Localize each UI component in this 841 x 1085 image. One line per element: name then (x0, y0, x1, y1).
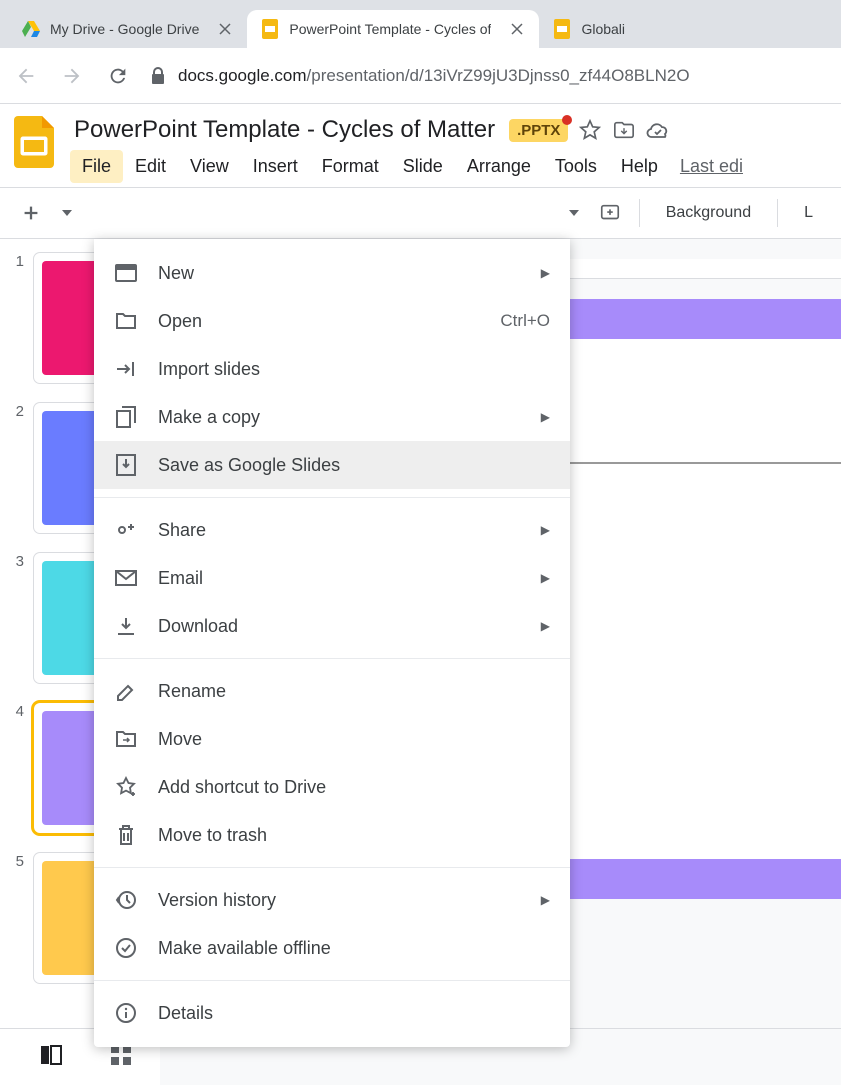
filmstrip-view-icon[interactable] (40, 1044, 62, 1066)
browser-tab[interactable]: PowerPoint Template - Cycles of (247, 10, 539, 48)
chevron-right-icon: ▶ (541, 571, 550, 585)
thumb-number: 3 (10, 553, 24, 570)
chevron-right-icon: ▶ (541, 893, 550, 907)
rename-icon (114, 679, 138, 703)
toolbar: Background L (0, 187, 841, 239)
url-display[interactable]: docs.google.com/presentation/d/13iVrZ99j… (150, 66, 829, 86)
save-icon (114, 453, 138, 477)
close-icon[interactable] (509, 21, 525, 37)
cloud-status-icon[interactable] (646, 118, 670, 142)
tab-title: PowerPoint Template - Cycles of (289, 21, 491, 37)
drive-favicon (22, 20, 40, 38)
menubar: File Edit View Insert Format Slide Arran… (70, 150, 825, 183)
menu-save-as-google-slides[interactable]: Save as Google Slides (94, 441, 570, 489)
shortcut-icon (114, 775, 138, 799)
pptx-badge[interactable]: .PPTX (509, 119, 568, 142)
menu-divider (94, 867, 570, 868)
reload-button[interactable] (104, 62, 132, 90)
menu-open[interactable]: Open Ctrl+O (94, 297, 570, 345)
menu-email[interactable]: Email ▶ (94, 554, 570, 602)
history-icon (114, 888, 138, 912)
browser-tab[interactable]: Globali (539, 10, 639, 48)
address-bar: docs.google.com/presentation/d/13iVrZ99j… (0, 48, 841, 104)
menu-help[interactable]: Help (609, 150, 670, 183)
menu-add-shortcut[interactable]: Add shortcut to Drive (94, 763, 570, 811)
menu-move-to-trash[interactable]: Move to trash (94, 811, 570, 859)
lock-icon (150, 67, 166, 85)
thumb-number: 5 (10, 853, 24, 870)
move-to-folder-icon[interactable] (612, 118, 636, 142)
last-edit-link[interactable]: Last edi (680, 156, 743, 177)
menu-format[interactable]: Format (310, 150, 391, 183)
thumb-number: 1 (10, 253, 24, 270)
back-button[interactable] (12, 62, 40, 90)
menu-new[interactable]: New ▶ (94, 249, 570, 297)
menu-rename[interactable]: Rename (94, 667, 570, 715)
menu-file[interactable]: File (70, 150, 123, 183)
folder-icon (114, 309, 138, 333)
app-header: PowerPoint Template - Cycles of Matter .… (0, 104, 841, 183)
select-arrow-dropdown[interactable] (563, 204, 585, 222)
menu-insert[interactable]: Insert (241, 150, 310, 183)
new-slide-dropdown[interactable] (56, 204, 78, 222)
star-icon[interactable] (578, 118, 602, 142)
document-title[interactable]: PowerPoint Template - Cycles of Matter (70, 114, 499, 146)
chevron-right-icon: ▶ (541, 410, 550, 424)
menu-edit[interactable]: Edit (123, 150, 178, 183)
file-dropdown-menu: New ▶ Open Ctrl+O Import slides Make a c… (94, 239, 570, 1047)
rectangle-icon (114, 261, 138, 285)
new-slide-button[interactable] (14, 196, 48, 230)
menu-make-offline[interactable]: Make available offline (94, 924, 570, 972)
menu-version-history[interactable]: Version history ▶ (94, 876, 570, 924)
copy-icon (114, 405, 138, 429)
move-icon (114, 727, 138, 751)
menu-arrange[interactable]: Arrange (455, 150, 543, 183)
chevron-right-icon: ▶ (541, 619, 550, 633)
url-host: docs.google.com (178, 66, 307, 85)
thumb-number: 2 (10, 403, 24, 420)
menu-slide[interactable]: Slide (391, 150, 455, 183)
menu-share[interactable]: Share ▶ (94, 506, 570, 554)
download-icon (114, 614, 138, 638)
browser-tab-strip: My Drive - Google Drive PowerPoint Templ… (0, 0, 841, 48)
shortcut-label: Ctrl+O (500, 311, 550, 331)
share-icon (114, 518, 138, 542)
chevron-right-icon: ▶ (541, 266, 550, 280)
info-icon (114, 1001, 138, 1025)
tab-title: My Drive - Google Drive (50, 21, 199, 37)
slides-logo[interactable] (12, 114, 56, 170)
menu-divider (94, 497, 570, 498)
chevron-right-icon: ▶ (541, 523, 550, 537)
offline-icon (114, 936, 138, 960)
slides-favicon (553, 20, 571, 38)
menu-move[interactable]: Move (94, 715, 570, 763)
menu-divider (94, 658, 570, 659)
url-path: /presentation/d/13iVrZ99jU3Djnss0_zf44O8… (307, 66, 690, 85)
menu-details[interactable]: Details (94, 989, 570, 1037)
menu-import-slides[interactable]: Import slides (94, 345, 570, 393)
comment-button[interactable] (593, 196, 627, 230)
forward-button[interactable] (58, 62, 86, 90)
browser-tab[interactable]: My Drive - Google Drive (8, 10, 247, 48)
menu-tools[interactable]: Tools (543, 150, 609, 183)
thumb-number: 4 (10, 703, 24, 720)
menu-divider (94, 980, 570, 981)
menu-view[interactable]: View (178, 150, 241, 183)
import-icon (114, 357, 138, 381)
email-icon (114, 566, 138, 590)
menu-make-copy[interactable]: Make a copy ▶ (94, 393, 570, 441)
trash-icon (114, 823, 138, 847)
tab-title: Globali (581, 21, 625, 37)
layout-button[interactable]: L (790, 198, 827, 228)
close-icon[interactable] (217, 21, 233, 37)
background-button[interactable]: Background (652, 198, 765, 228)
menu-download[interactable]: Download ▶ (94, 602, 570, 650)
slides-favicon (261, 20, 279, 38)
